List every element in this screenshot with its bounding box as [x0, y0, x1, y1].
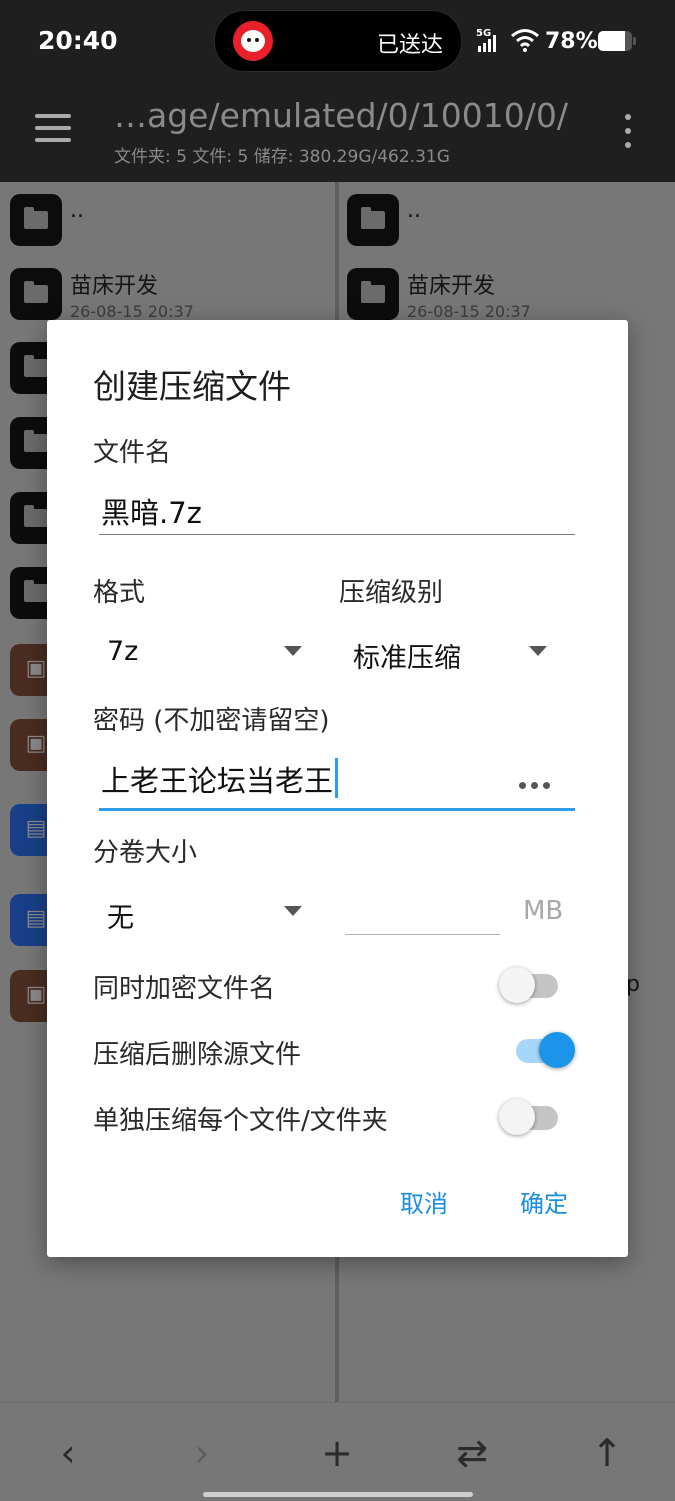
compress-individually-toggle[interactable] — [499, 1098, 561, 1136]
add-icon[interactable]: + — [307, 1423, 367, 1483]
folder-icon — [10, 194, 62, 246]
split-size-label: 分卷大小 — [93, 838, 198, 868]
mascot-icon — [233, 21, 273, 61]
password-value: 上老王论坛当老王 — [101, 764, 334, 798]
text-cursor — [335, 758, 339, 798]
battery-percent: 78% — [545, 29, 598, 54]
battery-tip — [633, 37, 636, 45]
hamburger-menu-icon[interactable] — [35, 114, 71, 142]
filename-underline — [99, 534, 575, 535]
compression-level-select[interactable]: 标准压缩 — [353, 636, 461, 675]
swap-panes-icon[interactable]: ⇄ — [442, 1423, 502, 1483]
bottom-toolbar: ‹ › + ⇄ ↑ — [0, 1402, 675, 1501]
app-bar: …age/emulated/0/10010/0/ 文件夹: 5 文件: 5 储存… — [0, 86, 675, 182]
battery-icon — [598, 31, 632, 51]
password-visibility-icon[interactable] — [519, 782, 555, 789]
list-item[interactable]: .. — [407, 198, 421, 223]
status-bar: 20:40 已送达 5G 78% — [0, 0, 675, 86]
folder-icon — [347, 268, 399, 320]
up-directory-icon[interactable]: ↑ — [577, 1423, 637, 1483]
create-archive-dialog: 创建压缩文件 文件名 黑暗.7z 格式 压缩级别 7z 标准压缩 密码 (不加密… — [47, 320, 628, 1257]
level-dropdown-caret-icon[interactable] — [529, 646, 547, 656]
dialog-title: 创建压缩文件 — [93, 367, 291, 406]
storage-stats: 文件夹: 5 文件: 5 储存: 380.29G/462.31G — [114, 147, 450, 167]
format-label: 格式 — [93, 578, 146, 608]
filename-label: 文件名 — [93, 438, 172, 468]
wifi-icon — [511, 29, 539, 52]
option-label: 同时加密文件名 — [93, 974, 276, 1004]
island-status-text: 已送达 — [376, 33, 443, 58]
password-label: 密码 (不加密请留空) — [93, 706, 330, 736]
item-date: 26-08-15 20:37 — [70, 302, 194, 321]
split-size-input[interactable] — [347, 898, 497, 934]
home-indicator[interactable] — [203, 1492, 473, 1497]
split-size-unit: MB — [523, 896, 564, 926]
dynamic-island[interactable]: 已送达 — [214, 10, 462, 72]
current-path[interactable]: …age/emulated/0/10010/0/ — [114, 96, 568, 135]
encrypt-filenames-toggle[interactable] — [499, 966, 561, 1004]
list-item[interactable]: 苗床开发 — [70, 268, 158, 300]
folder-icon — [10, 268, 62, 320]
split-size-select[interactable]: 无 — [107, 896, 134, 935]
forward-arrow-icon[interactable]: › — [172, 1423, 232, 1483]
list-item[interactable]: 苗床开发 — [407, 268, 495, 300]
format-select[interactable]: 7z — [107, 636, 138, 667]
confirm-button[interactable]: 确定 — [520, 1184, 568, 1219]
list-item[interactable]: .. — [70, 198, 84, 223]
delete-source-toggle[interactable] — [513, 1031, 575, 1069]
back-arrow-icon[interactable]: ‹ — [38, 1423, 98, 1483]
cancel-button[interactable]: 取消 — [400, 1184, 448, 1219]
list-item-fragment: p — [626, 972, 640, 997]
filename-input[interactable]: 黑暗.7z — [101, 490, 202, 532]
folder-icon — [347, 194, 399, 246]
network-type-label: 5G — [476, 28, 492, 39]
overflow-menu-icon[interactable] — [624, 114, 632, 150]
password-underline — [99, 808, 575, 811]
status-time: 20:40 — [38, 26, 118, 55]
split-size-underline — [345, 934, 500, 935]
option-label: 压缩后删除源文件 — [93, 1040, 302, 1070]
item-date: 26-08-15 20:37 — [407, 302, 531, 321]
format-dropdown-caret-icon[interactable] — [284, 646, 302, 656]
compression-level-label: 压缩级别 — [339, 578, 444, 608]
split-dropdown-caret-icon[interactable] — [284, 906, 302, 916]
password-input[interactable]: 上老王论坛当老王 — [101, 758, 339, 800]
option-label: 单独压缩每个文件/文件夹 — [93, 1106, 388, 1136]
